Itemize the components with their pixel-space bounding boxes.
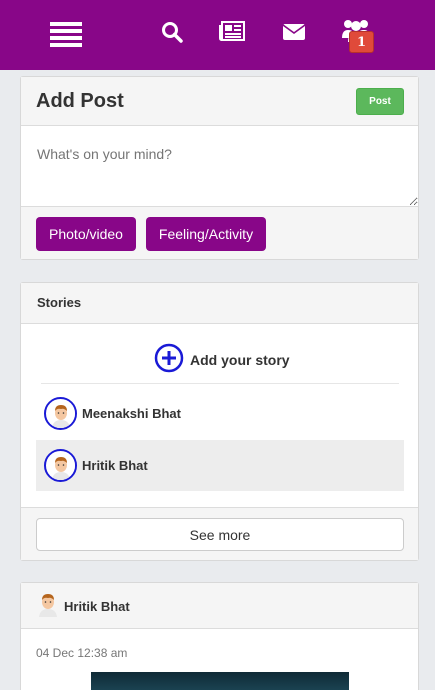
menu-icon[interactable]: [50, 22, 82, 48]
see-more-button[interactable]: See more: [36, 518, 404, 551]
story-name: Meenakshi Bhat: [82, 406, 181, 421]
add-post-card: Add Post Post Photo/video Feeling/Activi…: [20, 76, 419, 260]
post-button[interactable]: Post: [356, 88, 404, 115]
avatar: [44, 397, 77, 430]
person-avatar-icon: [46, 399, 75, 428]
person-avatar-icon: [37, 591, 59, 622]
top-nav-bar: 1: [0, 0, 435, 70]
add-circle-icon: [154, 343, 184, 378]
story-item[interactable]: Hritik Bhat: [36, 440, 404, 491]
photo-video-button[interactable]: Photo/video: [36, 217, 136, 251]
feeling-activity-button[interactable]: Feeling/Activity: [146, 217, 266, 251]
add-post-title: Add Post: [36, 90, 124, 112]
post-header: Hritik Bhat: [21, 583, 418, 629]
stories-card: Stories Add your story Meenakshi Bhat Hr…: [20, 282, 419, 561]
add-story-button[interactable]: Add your story: [154, 343, 290, 378]
stories-footer: See more: [21, 507, 418, 560]
divider: [41, 383, 399, 384]
post-text-input[interactable]: [21, 126, 418, 206]
add-story-label: Add your story: [190, 352, 290, 368]
story-item[interactable]: Meenakshi Bhat: [36, 388, 404, 439]
story-name: Hritik Bhat: [82, 458, 148, 473]
post-card: Hritik Bhat 04 Dec 12:38 am: [20, 582, 419, 690]
person-avatar-icon: [46, 451, 75, 480]
mail-icon[interactable]: [282, 22, 306, 42]
notification-badge[interactable]: 1: [349, 31, 374, 53]
newsfeed-icon[interactable]: [219, 20, 245, 42]
post-timestamp: 04 Dec 12:38 am: [36, 646, 128, 660]
search-icon[interactable]: [160, 20, 184, 44]
post-author[interactable]: Hritik Bhat: [37, 593, 130, 619]
post-image[interactable]: [91, 672, 349, 690]
add-post-header: Add Post Post: [21, 77, 418, 126]
avatar: [44, 449, 77, 482]
add-post-footer: Photo/video Feeling/Activity: [21, 206, 418, 259]
stories-title: Stories: [37, 295, 82, 310]
stories-header: Stories: [21, 283, 418, 324]
post-author-name: Hritik Bhat: [64, 598, 130, 614]
